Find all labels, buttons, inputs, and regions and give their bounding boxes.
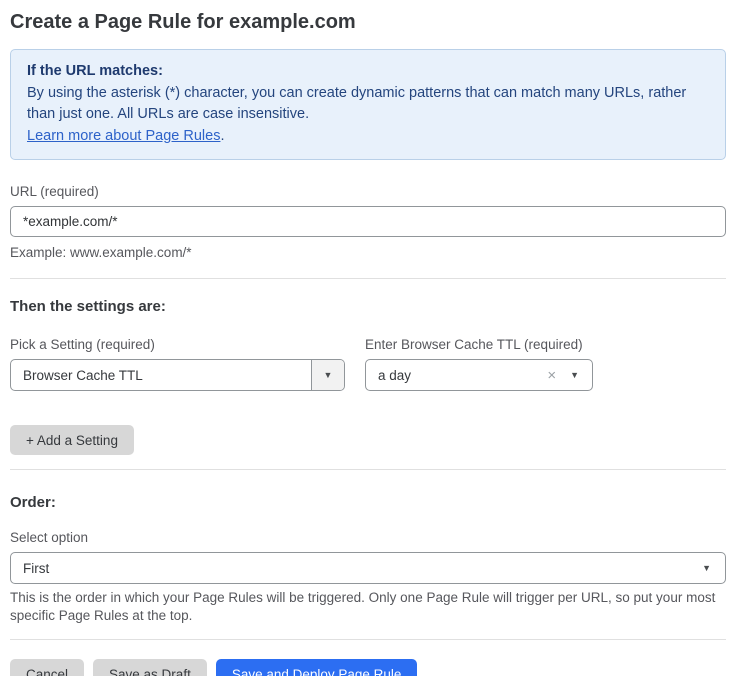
- dropdown-arrow-cell[interactable]: ▼: [311, 360, 344, 390]
- chevron-down-icon: ▼: [702, 564, 711, 573]
- pick-setting-label: Pick a Setting (required): [10, 337, 345, 353]
- order-select-value: First: [11, 561, 49, 576]
- footer-actions: Cancel Save as Draft Save and Deploy Pag…: [10, 659, 726, 676]
- settings-section-heading: Then the settings are:: [10, 298, 726, 316]
- order-help-text: This is the order in which your Page Rul…: [10, 589, 726, 624]
- info-box-heading: If the URL matches:: [27, 61, 709, 83]
- url-match-info-box: If the URL matches: By using the asteris…: [10, 49, 726, 160]
- ttl-dropdown[interactable]: a day × ▼: [365, 359, 593, 391]
- save-as-draft-button[interactable]: Save as Draft: [93, 659, 207, 676]
- divider: [10, 639, 726, 640]
- order-section-heading: Order:: [10, 494, 726, 512]
- pick-setting-column: Pick a Setting (required) Browser Cache …: [10, 337, 345, 391]
- pick-setting-value: Browser Cache TTL: [11, 368, 311, 383]
- url-input[interactable]: [10, 206, 726, 237]
- order-select[interactable]: First ▼: [10, 552, 726, 584]
- cancel-button[interactable]: Cancel: [10, 659, 84, 676]
- ttl-value: a day: [366, 368, 547, 383]
- clear-icon[interactable]: ×: [547, 368, 556, 383]
- settings-row: Pick a Setting (required) Browser Cache …: [10, 337, 726, 391]
- chevron-down-icon: ▼: [324, 371, 333, 380]
- order-select-label: Select option: [10, 530, 726, 546]
- page-rule-form: Create a Page Rule for example.com If th…: [0, 8, 736, 676]
- divider: [10, 469, 726, 470]
- info-box-body: By using the asterisk (*) character, you…: [27, 83, 709, 126]
- page-title: Create a Page Rule for example.com: [10, 8, 726, 36]
- ttl-label: Enter Browser Cache TTL (required): [365, 337, 593, 353]
- ttl-column: Enter Browser Cache TTL (required) a day…: [365, 337, 593, 391]
- link-suffix: .: [220, 128, 224, 144]
- info-box-link-row: Learn more about Page Rules.: [27, 126, 709, 148]
- learn-more-link[interactable]: Learn more about Page Rules: [27, 128, 220, 144]
- chevron-down-icon: ▼: [570, 371, 579, 380]
- divider: [10, 278, 726, 279]
- url-field-label: URL (required): [10, 184, 726, 200]
- save-and-deploy-button[interactable]: Save and Deploy Page Rule: [216, 659, 418, 676]
- url-example-text: Example: www.example.com/*: [10, 244, 726, 261]
- add-setting-button[interactable]: + Add a Setting: [10, 425, 134, 455]
- pick-setting-dropdown[interactable]: Browser Cache TTL ▼: [10, 359, 345, 391]
